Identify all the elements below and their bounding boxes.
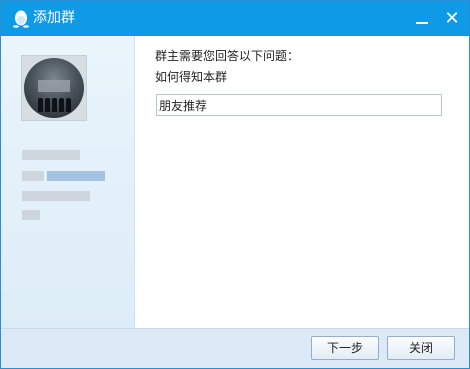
close-button[interactable]: 关闭 [387, 336, 455, 360]
group-avatar [21, 55, 87, 121]
add-group-window: 添加群 ✕ 群主需要您回答以下问题： 如何得知本群 朋友推荐 下一步 关闭 [0, 0, 470, 369]
qq-penguin-icon [13, 10, 29, 28]
minimize-icon [416, 22, 428, 24]
minimize-button[interactable] [407, 1, 437, 36]
answer-input[interactable] [156, 94, 442, 116]
button-bar: 下一步 关闭 [1, 328, 469, 368]
blurred-group-id-label [22, 171, 44, 181]
blurred-group-info-line [22, 191, 90, 201]
window-title: 添加群 [33, 10, 75, 26]
next-button[interactable]: 下一步 [311, 336, 379, 360]
verification-panel: 群主需要您回答以下问题： 如何得知本群 [135, 36, 469, 328]
blurred-group-info-line-short [22, 210, 40, 220]
blurred-group-id-link[interactable] [47, 171, 105, 181]
title-bar[interactable]: 添加群 ✕ [1, 1, 469, 36]
group-avatar-image [24, 58, 84, 118]
question-text: 如何得知本群 [155, 70, 228, 84]
question-label: 群主需要您回答以下问题： [155, 49, 300, 63]
group-info-sidebar [1, 36, 135, 328]
close-window-button[interactable]: ✕ [437, 1, 467, 36]
blurred-group-name [22, 150, 80, 160]
close-icon: ✕ [444, 8, 460, 29]
